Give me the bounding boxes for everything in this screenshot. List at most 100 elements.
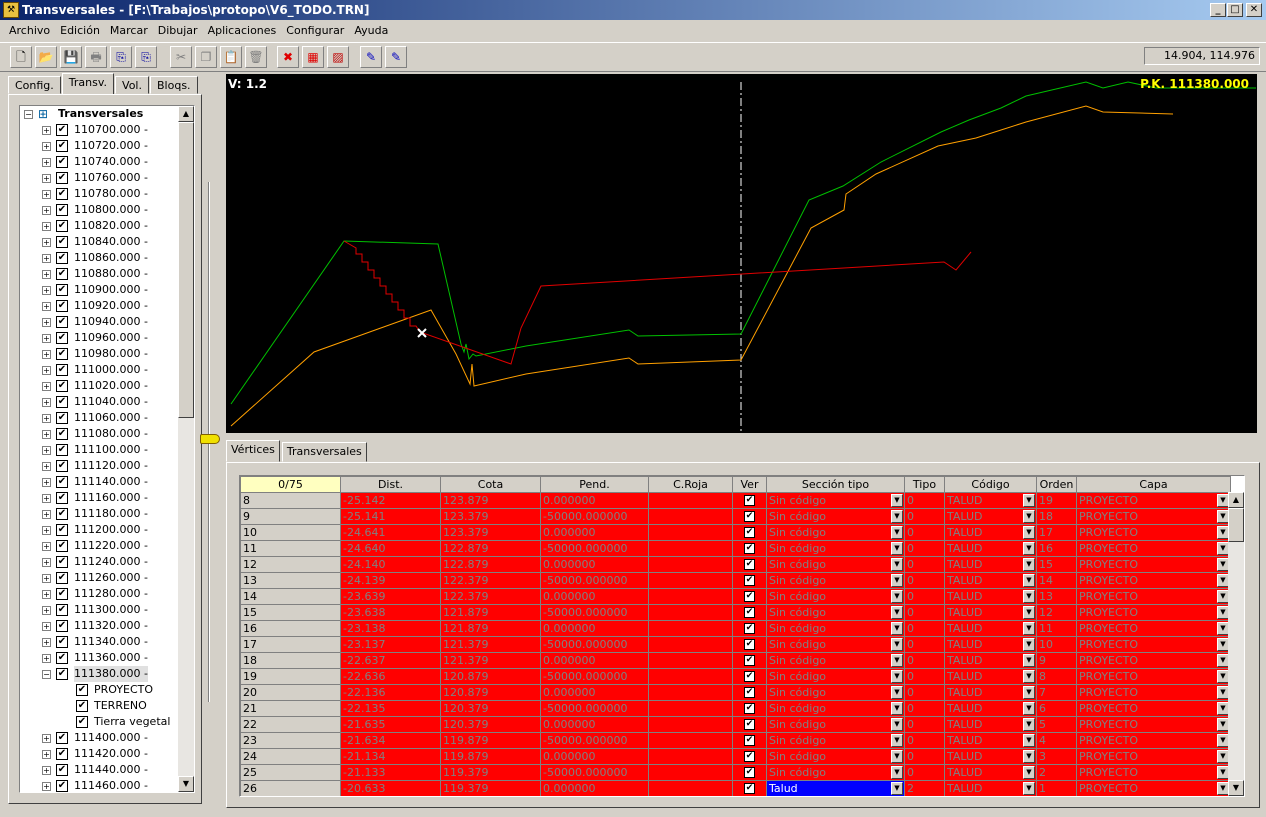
visibility-checkbox[interactable]: ✔ [56,572,68,584]
tree-item-layer[interactable]: ✔ Tierra vegetal [20,714,180,730]
cell-pend[interactable]: -50000.000000 [540,700,649,717]
cell-tipo[interactable]: 0 [904,524,945,541]
col-tipo[interactable]: Tipo [904,476,945,493]
visibility-checkbox[interactable]: ✔ [56,476,68,488]
cell-dist[interactable]: -21.134 [340,748,441,765]
row-number[interactable]: 9 [240,508,341,525]
visibility-checkbox[interactable]: ✔ [56,652,68,664]
row-number[interactable]: 22 [240,716,341,733]
dropdown-arrow-icon[interactable]: ▼ [891,574,903,587]
table-row[interactable]: 21 -22.135 120.379 -50000.000000 ✔ Sin código… [240,700,1231,717]
cell-croja[interactable] [648,604,733,621]
tree-item-section[interactable]: + ✔ 111000.000 - [20,362,180,378]
visibility-checkbox[interactable]: ✔ [56,604,68,616]
tree-item-section[interactable]: + ✔ 110880.000 - [20,266,180,282]
export2-icon[interactable]: ⎘ [135,46,157,68]
visibility-checkbox[interactable]: ✔ [56,508,68,520]
cell-capa[interactable]: PROYECTO ▼ [1076,716,1231,733]
tree-item-section[interactable]: + ✔ 111400.000 - [20,730,180,746]
cell-tipo[interactable]: 0 [904,620,945,637]
ver-checkbox[interactable]: ✔ [744,735,755,746]
cut-icon[interactable]: ✂ [170,46,192,68]
cell-capa[interactable]: PROYECTO ▼ [1076,732,1231,749]
menu-ayuda[interactable]: Ayuda [349,24,393,37]
dropdown-arrow-icon[interactable]: ▼ [891,654,903,667]
collapse-icon[interactable]: − [42,670,51,679]
cell-seccion-tipo[interactable]: Sin código ▼ [766,556,905,573]
cell-ver[interactable]: ✔ [732,588,767,605]
cell-pend[interactable]: 0.000000 [540,524,649,541]
cell-pend[interactable]: 0.000000 [540,684,649,701]
col-seccion-tipo[interactable]: Sección tipo [766,476,905,493]
cell-ver[interactable]: ✔ [732,556,767,573]
table-row[interactable]: 13 -24.139 122.379 -50000.000000 ✔ Sin código… [240,572,1231,589]
expand-icon[interactable]: + [42,174,51,183]
dropdown-arrow-icon[interactable]: ▼ [1023,734,1035,747]
cell-orden[interactable]: 17 [1036,524,1077,541]
cell-codigo[interactable]: TALUD ▼ [944,652,1037,669]
expand-icon[interactable]: + [42,206,51,215]
cell-orden[interactable]: 4 [1036,732,1077,749]
visibility-checkbox[interactable]: ✔ [56,460,68,472]
tree-item-section[interactable]: + ✔ 111120.000 - [20,458,180,474]
col-pend[interactable]: Pend. [540,476,649,493]
cell-tipo[interactable]: 0 [904,604,945,621]
ver-checkbox[interactable]: ✔ [744,559,755,570]
cell-orden[interactable]: 11 [1036,620,1077,637]
ver-checkbox[interactable]: ✔ [744,527,755,538]
visibility-checkbox[interactable]: ✔ [56,620,68,632]
visibility-checkbox[interactable]: ✔ [56,172,68,184]
cell-seccion-tipo[interactable]: Sin código ▼ [766,716,905,733]
maximize-button[interactable]: □ [1227,3,1243,17]
cell-codigo[interactable]: TALUD ▼ [944,604,1037,621]
cell-cota[interactable]: 119.879 [440,732,541,749]
expand-icon[interactable]: + [42,526,51,535]
expand-icon[interactable]: + [42,542,51,551]
tree-item-section[interactable]: + ✔ 111220.000 - [20,538,180,554]
ver-checkbox[interactable]: ✔ [744,783,755,794]
cell-seccion-tipo[interactable]: Talud ▼ [766,780,905,796]
visibility-checkbox[interactable]: ✔ [56,300,68,312]
cell-seccion-tipo[interactable]: Sin código ▼ [766,508,905,525]
table-row[interactable]: 22 -21.635 120.379 0.000000 ✔ Sin código ▼ 0 TAL… [240,716,1231,733]
expand-icon[interactable]: + [42,766,51,775]
cell-capa[interactable]: PROYECTO ▼ [1076,524,1231,541]
col-orden[interactable]: Orden [1036,476,1077,493]
cell-capa[interactable]: PROYECTO ▼ [1076,556,1231,573]
tree-item-section[interactable]: + ✔ 110760.000 - [20,170,180,186]
row-number[interactable]: 20 [240,684,341,701]
cell-codigo[interactable]: TALUD ▼ [944,492,1037,509]
cell-cota[interactable]: 122.879 [440,556,541,573]
copy-icon[interactable]: ❐ [195,46,217,68]
dropdown-arrow-icon[interactable]: ▼ [891,542,903,555]
table-row[interactable]: 8 -25.142 123.879 0.000000 ✔ Sin código ▼ 0 TALU… [240,492,1231,509]
table-row[interactable]: 12 -24.140 122.879 0.000000 ✔ Sin código ▼ 0 TAL… [240,556,1231,573]
tab-vertices[interactable]: Vértices [226,440,280,462]
cell-croja[interactable] [648,652,733,669]
visibility-checkbox[interactable]: ✔ [76,716,88,728]
visibility-checkbox[interactable]: ✔ [56,140,68,152]
row-number[interactable]: 14 [240,588,341,605]
expand-icon[interactable]: + [42,142,51,151]
ver-checkbox[interactable]: ✔ [744,591,755,602]
dropdown-arrow-icon[interactable]: ▼ [1023,654,1035,667]
cell-cota[interactable]: 122.879 [440,540,541,557]
expand-icon[interactable]: + [42,222,51,231]
cell-pend[interactable]: -50000.000000 [540,604,649,621]
dropdown-arrow-icon[interactable]: ▼ [891,782,903,795]
cell-pend[interactable]: -50000.000000 [540,572,649,589]
cell-ver[interactable]: ✔ [732,700,767,717]
cell-croja[interactable] [648,780,733,796]
ver-checkbox[interactable]: ✔ [744,687,755,698]
cell-pend[interactable]: 0.000000 [540,492,649,509]
dropdown-arrow-icon[interactable]: ▼ [891,766,903,779]
tab-vol[interactable]: Vol. [115,76,149,94]
dropdown-arrow-icon[interactable]: ▼ [1023,542,1035,555]
tree-item-section[interactable]: + ✔ 111460.000 - [20,778,180,792]
table-row[interactable]: 18 -22.637 121.379 0.000000 ✔ Sin código ▼ 0 TAL… [240,652,1231,669]
dropdown-arrow-icon[interactable]: ▼ [1023,782,1035,795]
cell-cota[interactable]: 123.879 [440,492,541,509]
expand-icon[interactable]: + [42,302,51,311]
cell-tipo[interactable]: 0 [904,748,945,765]
cell-tipo[interactable]: 0 [904,652,945,669]
